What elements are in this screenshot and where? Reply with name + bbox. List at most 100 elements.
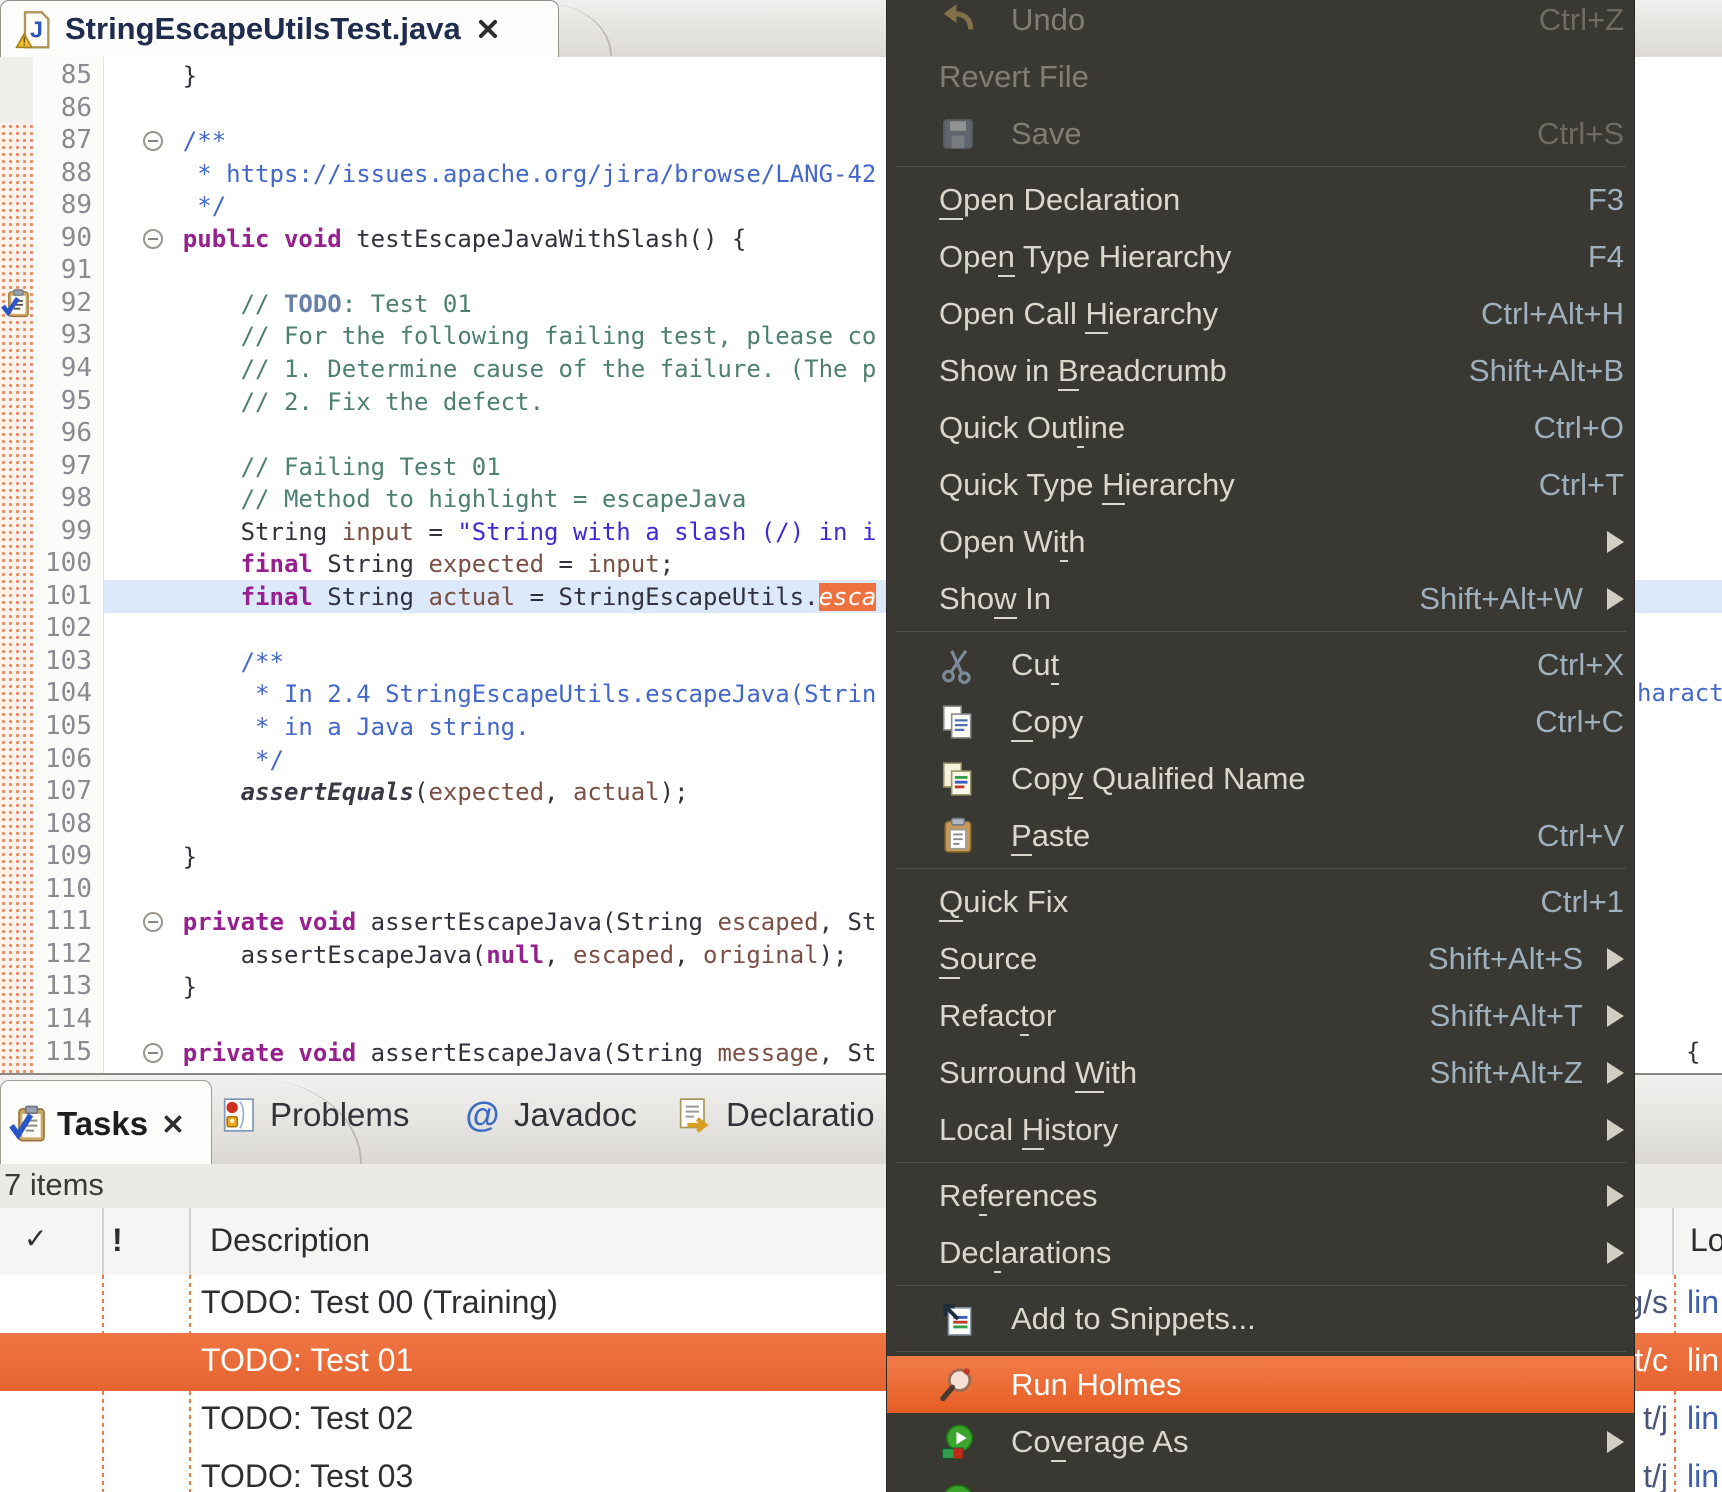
code-line-text: final String expected = input; [125, 549, 890, 580]
menu-item-shortcut: Ctrl+T [1539, 467, 1624, 503]
menu-item-references[interactable]: References [887, 1167, 1634, 1224]
tab-javadoc[interactable]: @ Javadoc [462, 1095, 637, 1135]
line-number: 90 [33, 223, 92, 253]
column-header-completed[interactable]: ✓ [24, 1222, 47, 1255]
menu-item-shortcut: Shift+Alt+B [1469, 353, 1624, 389]
menu-item-quick-fix[interactable]: Quick FixCtrl+1 [887, 873, 1634, 930]
svg-text:!: ! [22, 36, 26, 49]
context-menu-items: UndoCtrl+ZRevert FileSaveCtrl+SOpen Decl… [887, 0, 1634, 1492]
menu-item-source[interactable]: SourceShift+Alt+S [887, 930, 1634, 987]
task-description: TODO: Test 01 [201, 1342, 413, 1379]
code-line-text [125, 1005, 890, 1036]
tab-declaratio[interactable]: Declaratio [674, 1095, 875, 1135]
menu-item-open-declaration[interactable]: Open DeclarationF3 [887, 171, 1634, 228]
menu-item-shortcut: Ctrl+O [1534, 410, 1624, 446]
menu-item-open-type-hierarchy[interactable]: Open Type HierarchyF4 [887, 228, 1634, 285]
editor-context-menu: UndoCtrl+ZRevert FileSaveCtrl+SOpen Decl… [886, 0, 1635, 1492]
menu-item-paste[interactable]: PasteCtrl+V [887, 807, 1634, 864]
code-line-text: public void testEscapeJavaWithSlash() { [125, 224, 890, 255]
menu-item-open-call-hierarchy[interactable]: Open Call HierarchyCtrl+Alt+H [887, 285, 1634, 342]
menu-item-shortcut: Shift+Alt+S [1428, 941, 1583, 977]
menu-item-show-in-breadcrumb[interactable]: Show in BreadcrumbShift+Alt+B [887, 342, 1634, 399]
code-line-text: // Failing Test 01 [125, 452, 890, 483]
menu-item-coverage-as[interactable]: Coverage As [887, 1413, 1634, 1470]
editor-tab-stringescapeutilstest[interactable]: J! StringEscapeUtilsTest.java [0, 0, 559, 57]
line-number: 100 [33, 548, 92, 578]
line-number: 94 [33, 353, 92, 383]
code-line-text: assertEscapeJava(null, escaped, original… [125, 940, 890, 971]
menu-item-label: Revert File [939, 59, 1089, 95]
line-number: 97 [33, 451, 92, 481]
code-line-text: private void assertEscapeJava(String esc… [125, 907, 890, 938]
task-description: TODO: Test 03 [201, 1458, 413, 1492]
tab-tasks-close-icon[interactable] [161, 1112, 185, 1136]
menu-item-label: Quick Fix [939, 884, 1068, 920]
cut-icon [939, 646, 977, 684]
menu-item-quick-outline[interactable]: Quick Outline Ctrl+O [887, 399, 1634, 456]
menu-item-run-holmes[interactable]: Run Holmes [887, 1356, 1634, 1413]
line-number: 93 [33, 320, 92, 350]
code-line-text: } [125, 842, 890, 873]
menu-separator [895, 1162, 1626, 1163]
line-number: 103 [33, 646, 92, 676]
menu-separator [895, 631, 1626, 632]
code-line-text: String input = "String with a slash (/) … [125, 517, 890, 548]
submenu-arrow-icon [1607, 588, 1624, 610]
menu-item-open-with[interactable]: Open With [887, 513, 1634, 570]
code-line-text: */ [125, 745, 890, 776]
menu-item-partial-run[interactable] [887, 1470, 1634, 1492]
line-number: 107 [33, 776, 92, 806]
submenu-arrow-icon [1607, 1431, 1624, 1453]
code-fragment: { [1686, 1038, 1700, 1066]
submenu-arrow-icon [1607, 1005, 1624, 1027]
column-header-location[interactable]: Lo [1690, 1222, 1722, 1259]
line-number: 104 [33, 678, 92, 708]
editor-tab-close-icon[interactable] [475, 16, 501, 42]
submenu-arrow-icon [1607, 1185, 1624, 1207]
menu-item-label: Quick Outline [939, 410, 1125, 446]
code-line-text: private void assertEscapeJava(String mes… [125, 1038, 890, 1069]
submenu-arrow-icon [1607, 948, 1624, 970]
menu-item-revert-file: Revert File [887, 48, 1634, 105]
submenu-arrow-icon [1607, 1062, 1624, 1084]
code-line-text [125, 875, 890, 906]
menu-item-label: Open With [939, 524, 1085, 560]
editor-tab-title: StringEscapeUtilsTest.java [65, 11, 461, 47]
line-number: 105 [33, 711, 92, 741]
menu-item-refactor[interactable]: RefactorShift+Alt+T [887, 987, 1634, 1044]
line-number: 87 [33, 125, 92, 155]
menu-item-cut[interactable]: CutCtrl+X [887, 636, 1634, 693]
code-line-text [125, 810, 890, 841]
declaration-icon [674, 1095, 714, 1135]
svg-text:@: @ [465, 1096, 499, 1135]
code-line-text [125, 94, 890, 125]
menu-item-shortcut: F4 [1588, 239, 1624, 275]
menu-item-label: Open Declaration [939, 182, 1180, 218]
menu-item-shortcut: Ctrl+S [1537, 116, 1624, 152]
column-header-description[interactable]: Description [210, 1222, 370, 1259]
menu-item-add-to-snippets[interactable]: Add to Snippets... [887, 1290, 1634, 1347]
problems-icon [218, 1095, 258, 1135]
menu-item-declarations[interactable]: Declarations [887, 1224, 1634, 1281]
column-header-priority[interactable]: ! [112, 1222, 123, 1259]
menu-item-copy-qualified-name[interactable]: Copy Qualified Name [887, 750, 1634, 807]
tab-problems[interactable]: Problems [218, 1095, 409, 1135]
menu-item-local-history[interactable]: Local History [887, 1101, 1634, 1158]
javadoc-icon: @ [462, 1095, 502, 1135]
menu-item-label: Declarations [939, 1235, 1111, 1271]
task-location-fragment: lin [1687, 1458, 1719, 1492]
menu-item-show-in[interactable]: Show InShift+Alt+W [887, 570, 1634, 627]
line-number: 85 [33, 60, 92, 90]
line-number: 99 [33, 516, 92, 546]
task-location-fragment: lin [1687, 1284, 1719, 1321]
menu-item-quick-type-hierarchy[interactable]: Quick Type HierarchyCtrl+T [887, 456, 1634, 513]
code-line-text: /** [125, 126, 890, 157]
code-line-text [125, 256, 890, 287]
tab-tasks[interactable]: Tasks [0, 1080, 212, 1166]
line-number: 102 [33, 613, 92, 643]
tab-label: Javadoc [514, 1096, 637, 1134]
menu-item-copy[interactable]: CopyCtrl+C [887, 693, 1634, 750]
task-marker-icon[interactable] [1, 288, 32, 319]
line-number: 106 [33, 744, 92, 774]
menu-item-surround-with[interactable]: Surround WithShift+Alt+Z [887, 1044, 1634, 1101]
